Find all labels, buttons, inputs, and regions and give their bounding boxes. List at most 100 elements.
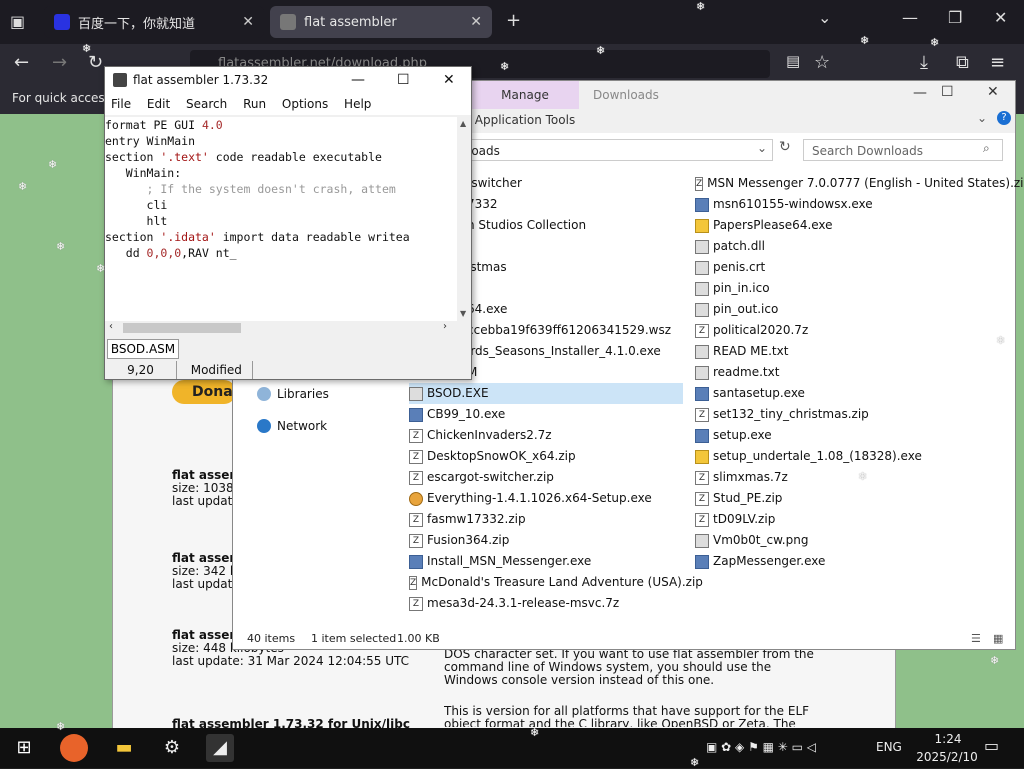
reader-icon[interactable]: ▤ — [786, 52, 800, 70]
file-item-selected[interactable]: BSOD.EXE — [409, 383, 683, 404]
code-editor[interactable]: format PE GUI 4.0 entry WinMain section '.… — [105, 117, 457, 321]
restore-icon[interactable]: ❐ — [948, 8, 962, 27]
file-item[interactable]: PapersPlease64.exe — [695, 215, 1013, 236]
file-item[interactable]: M — [467, 362, 671, 383]
file-item[interactable]: Z Stud_PE.zip — [695, 488, 1013, 509]
file-item[interactable]: -switcher — [467, 173, 671, 194]
close-window-icon[interactable]: ✕ — [987, 84, 999, 100]
tab-overview-icon[interactable]: ▣ — [10, 12, 25, 31]
file-item[interactable]: istmas — [467, 257, 671, 278]
file-item[interactable]: patch.dll — [695, 236, 1013, 257]
menu-file[interactable]: File — [111, 97, 131, 111]
file-item[interactable]: msn610155-windowsx.exe — [695, 194, 1013, 215]
scroll-down-icon[interactable]: ▼ — [460, 309, 466, 318]
file-item[interactable]: Zslimxmas.7z — [695, 467, 1013, 488]
file-item[interactable]: Z ChickenInvaders2.7z — [409, 425, 683, 446]
chevron-down-icon[interactable]: ⌄ — [977, 111, 987, 125]
vertical-scrollbar[interactable]: ▲ ▼ — [457, 117, 471, 321]
forward-icon[interactable]: → — [52, 52, 67, 73]
bookmark-star-icon[interactable]: ☆ — [814, 52, 830, 73]
donate-button[interactable]: Donat — [172, 380, 239, 404]
scroll-left-icon[interactable]: ‹ — [109, 321, 113, 332]
file-item[interactable]: Everything-1.4.1.1026.x64-Setup.exe — [409, 488, 683, 509]
file-item[interactable]: pin_in.ico — [695, 278, 1013, 299]
file-explorer-icon[interactable]: ▬ — [110, 734, 138, 762]
file-item[interactable]: Vm0b0t_cw.png — [695, 530, 1013, 551]
file-item[interactable]: 7332 — [467, 194, 671, 215]
file-item[interactable]: Zmesa3d-24.3.1-release-msvc.7z — [409, 593, 683, 614]
tab-manage[interactable]: Manage — [471, 81, 579, 109]
file-item[interactable]: Zset132_tiny_christmas.zip — [695, 404, 1013, 425]
file-item[interactable] — [467, 278, 671, 299]
tray-icons[interactable]: ▣ ✿ ◈ ⚑ ▦ ✳ ▭ ◁ — [706, 740, 816, 754]
minimize-icon[interactable]: — — [902, 8, 918, 27]
file-item[interactable]: ccebba19f639ff61206341529.wsz — [467, 320, 671, 341]
file-item[interactable]: CB99_10.exe — [409, 404, 683, 425]
reload-icon[interactable]: ↻ — [88, 52, 103, 73]
large-icons-view-icon[interactable]: ▦ — [993, 629, 1003, 649]
file-item[interactable] — [467, 236, 671, 257]
horizontal-scrollbar[interactable]: ‹ › — [105, 321, 457, 335]
maximize-icon[interactable]: ☐ — [397, 67, 410, 93]
tab-baidu[interactable]: 百度一下，你就知道 ✕ — [44, 6, 264, 38]
file-tab[interactable]: BSOD.ASM — [107, 339, 179, 359]
download-icon[interactable]: ⤓ — [920, 52, 928, 73]
file-item[interactable]: setup.exe — [695, 425, 1013, 446]
file-item[interactable]: Zfasmw17332.zip — [409, 509, 683, 530]
scroll-up-icon[interactable]: ▲ — [460, 119, 466, 128]
file-item[interactable]: Z MSN Messenger 7.0.0777 (English - Unite… — [695, 173, 1024, 194]
file-item[interactable]: irds_Seasons_Installer_4.1.0.exe — [467, 341, 671, 362]
file-item[interactable]: Z DesktopSnowOK_x64.zip — [409, 446, 683, 467]
close-window-icon[interactable]: ✕ — [994, 8, 1007, 27]
file-item[interactable]: READ ME.txt — [695, 341, 1013, 362]
file-item[interactable]: Zpolitical2020.7z — [695, 320, 1013, 341]
nav-network[interactable]: Network — [257, 419, 327, 433]
file-item[interactable]: n Studios Collection — [467, 215, 671, 236]
file-item[interactable]: readme.txt — [695, 362, 1013, 383]
file-item[interactable]: pin_out.ico — [695, 299, 1013, 320]
menu-run[interactable]: Run — [243, 97, 266, 111]
file-item[interactable]: ZtD09LV.zip — [695, 509, 1013, 530]
file-item[interactable]: penis.crt — [695, 257, 1013, 278]
maximize-icon[interactable]: ☐ — [941, 84, 954, 100]
refresh-icon[interactable]: ↻ — [779, 139, 791, 155]
firefox-icon[interactable] — [60, 734, 88, 762]
extensions-icon[interactable]: ⧉ — [956, 52, 969, 73]
file-item[interactable]: 64.exe — [467, 299, 671, 320]
back-icon[interactable]: ← — [14, 52, 29, 73]
tab-flat-assembler[interactable]: flat assembler ✕ — [270, 6, 492, 38]
details-view-icon[interactable]: ☰ — [971, 629, 981, 649]
file-item[interactable]: Z Fusion364.zip — [409, 530, 683, 551]
menu-edit[interactable]: Edit — [147, 97, 170, 111]
minimize-icon[interactable]: — — [351, 67, 365, 93]
search-input[interactable]: Search Downloads — [803, 139, 1003, 161]
tab-application-tools[interactable]: Application Tools — [471, 109, 579, 131]
notification-icon[interactable]: ▭ — [984, 736, 999, 755]
file-item[interactable]: Z McDonald's Treasure Land Adventure (USA… — [409, 572, 703, 593]
close-icon[interactable]: ✕ — [242, 14, 254, 30]
menu-icon[interactable]: ≡ — [990, 52, 1005, 73]
file-item[interactable]: ZapMessenger.exe — [695, 551, 1013, 572]
new-tab-icon[interactable]: + — [506, 10, 521, 31]
close-window-icon[interactable]: ✕ — [443, 67, 455, 93]
settings-gear-icon[interactable]: ⚙ — [158, 734, 186, 762]
tab-downloads[interactable]: Downloads — [593, 81, 673, 109]
chevron-down-icon[interactable]: ⌄ — [818, 8, 831, 27]
menu-search[interactable]: Search — [186, 97, 227, 111]
file-item[interactable]: Install_MSN_Messenger.exe — [409, 551, 683, 572]
windows-start-icon[interactable]: ⊞ — [10, 734, 38, 762]
chevron-down-icon[interactable]: ⌄ — [757, 141, 767, 155]
scroll-thumb[interactable] — [123, 323, 241, 333]
menu-options[interactable]: Options — [282, 97, 328, 111]
clock-date[interactable]: 2025/2/10 — [912, 750, 982, 764]
menu-help[interactable]: Help — [344, 97, 371, 111]
address-bar[interactable]: loads — [433, 139, 773, 161]
file-item[interactable]: santasetup.exe — [695, 383, 1013, 404]
fasm-taskbar-icon[interactable]: ◢ — [206, 734, 234, 762]
scroll-right-icon[interactable]: › — [443, 321, 447, 332]
nav-libraries[interactable]: Libraries — [257, 387, 329, 401]
help-icon[interactable]: ? — [997, 111, 1011, 125]
minimize-icon[interactable]: — — [913, 85, 927, 101]
close-icon[interactable]: ✕ — [470, 14, 482, 30]
file-item[interactable]: setup_undertale_1.08_(18328).exe — [695, 446, 1013, 467]
